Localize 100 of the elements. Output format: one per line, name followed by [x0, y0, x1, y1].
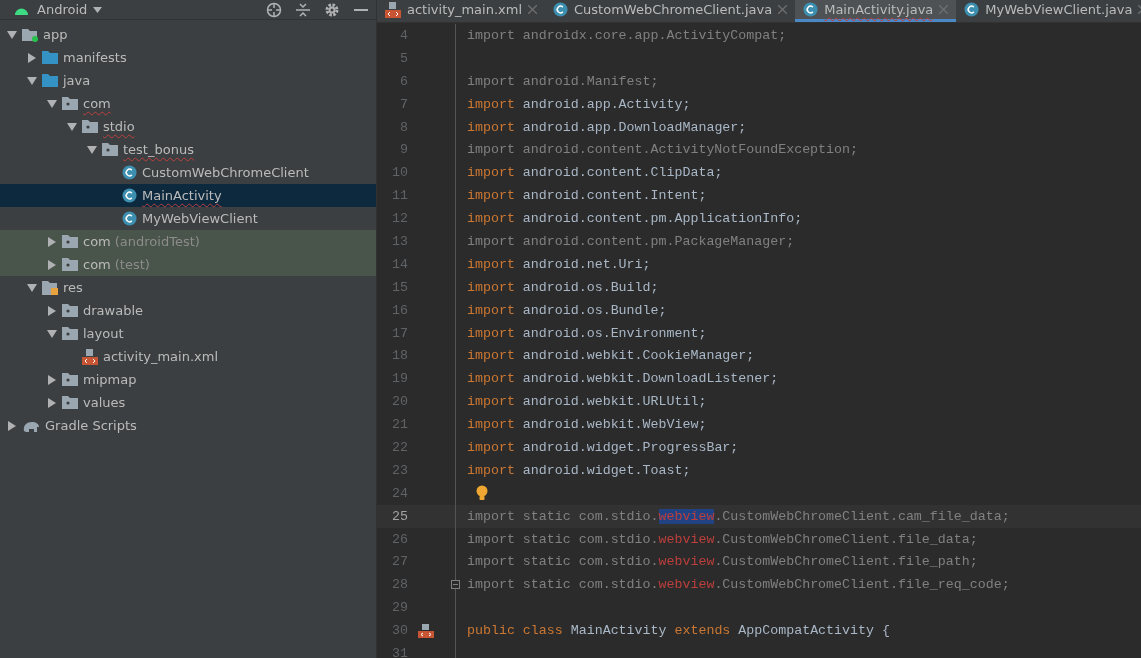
tree-item[interactable]: com [0, 92, 376, 115]
tree-item[interactable]: drawable [0, 299, 376, 322]
class-icon [964, 2, 980, 17]
line-number: 10 [391, 165, 408, 181]
line-number: 12 [391, 211, 408, 227]
tree-item[interactable]: MyWebViewClient [0, 207, 376, 230]
resource-folder-icon [42, 280, 58, 295]
line-number: 4 [399, 27, 408, 43]
module-folder-icon [22, 27, 38, 42]
line-number: 23 [391, 462, 408, 478]
layout-file-icon [82, 348, 98, 365]
line-number: 7 [399, 96, 408, 112]
tree-item[interactable]: java [0, 69, 376, 92]
line-number: 9 [399, 142, 408, 158]
folder-icon [42, 74, 58, 87]
package-folder-icon [62, 304, 78, 317]
tree-item[interactable]: stdio [0, 115, 376, 138]
line-number: 25 [391, 508, 408, 524]
collapsed-arrow-icon[interactable] [47, 305, 57, 316]
package-folder-icon [62, 258, 78, 271]
tree-item[interactable]: layout [0, 322, 376, 345]
code-line: import static com.stdio.webview.CustomWebChromeClient.file_data; [467, 531, 978, 547]
line-number: 11 [391, 188, 408, 204]
tree-item[interactable]: app [0, 23, 376, 46]
package-folder-icon [62, 235, 78, 248]
tree-item-label: res [63, 280, 83, 295]
view-selector[interactable]: Android [37, 2, 103, 17]
code-line: import android.os.Environment; [467, 325, 707, 341]
tree-item-label: activity_main.xml [103, 349, 218, 364]
code-line: import android.content.ClipData; [467, 165, 723, 181]
code-line: import android.webkit.CookieManager; [467, 348, 755, 364]
tree-item[interactable]: CustomWebChromeClient [0, 161, 376, 184]
tree-item-label: values [83, 395, 126, 410]
tree-item[interactable]: Gradle Scripts [0, 414, 376, 437]
line-number: 15 [391, 279, 408, 295]
code-line: import android.content.pm.ApplicationInfo; [467, 211, 803, 227]
settings-icon[interactable] [324, 1, 340, 18]
package-folder-icon [62, 97, 78, 110]
class-icon [122, 211, 137, 226]
collapsed-arrow-icon[interactable] [7, 420, 17, 431]
code-line: import android.content.ActivityNotFoundException; [467, 142, 858, 158]
line-number: 13 [391, 233, 408, 249]
expanded-arrow-icon[interactable] [7, 29, 17, 40]
code-line: import android.content.Intent; [467, 188, 707, 204]
collapsed-arrow-icon[interactable] [47, 236, 57, 247]
expanded-arrow-icon[interactable] [67, 121, 77, 132]
editor-tab[interactable]: MyWebViewClient.java [956, 0, 1141, 22]
selected-tree-item[interactable]: MainActivity [0, 184, 376, 207]
tree-item[interactable]: com (androidTest) [0, 230, 376, 253]
tree-item-label: test_bonus [123, 142, 194, 157]
tree-item-scope: (test) [114, 257, 150, 272]
package-folder-icon [102, 143, 118, 156]
editor-tab[interactable]: activity_main.xml [377, 0, 545, 22]
code-line: import android.app.Activity; [467, 96, 691, 112]
tree-item[interactable]: values [0, 391, 376, 414]
line-number: 30 [391, 623, 408, 639]
line-number: 24 [391, 485, 408, 501]
tree-item[interactable]: activity_main.xml [0, 345, 376, 368]
collapsed-arrow-icon[interactable] [47, 397, 57, 408]
tree-item[interactable]: mipmap [0, 368, 376, 391]
line-number: 26 [391, 531, 408, 547]
code-line: import static com.stdio.webview.CustomWebChromeClient.cam_file_data; [467, 508, 1010, 524]
line-number: 14 [391, 256, 408, 272]
collapsed-arrow-icon[interactable] [47, 374, 57, 385]
package-folder-icon [62, 373, 78, 386]
code-line: import android.widget.Toast; [467, 462, 691, 478]
class-icon [122, 165, 137, 180]
fold-icon[interactable] [451, 580, 460, 590]
code-line: import android.webkit.DownloadListener; [467, 371, 779, 387]
tab-label: MainActivity.java [824, 2, 934, 17]
layout-file-icon[interactable] [418, 623, 434, 638]
expanded-arrow-icon[interactable] [47, 328, 57, 339]
tree-item-label: MainActivity [142, 188, 222, 203]
tree-item[interactable]: test_bonus [0, 138, 376, 161]
line-number: 21 [391, 417, 408, 433]
line-number: 20 [391, 394, 408, 410]
collapse-all-icon[interactable] [296, 1, 310, 18]
caret-icon [93, 6, 103, 13]
collapsed-arrow-icon[interactable] [27, 52, 37, 63]
expanded-arrow-icon[interactable] [87, 144, 97, 155]
tree-item[interactable]: manifests [0, 46, 376, 69]
code-line: import android.widget.ProgressBar; [467, 439, 739, 455]
tab-label: activity_main.xml [407, 2, 522, 17]
code-line: import android.os.Build; [467, 279, 659, 295]
expanded-arrow-icon[interactable] [47, 98, 57, 109]
tab-label: CustomWebChromeClient.java [574, 2, 773, 17]
tree-item-label: MyWebViewClient [142, 211, 258, 226]
tree-item-label: mipmap [83, 372, 137, 387]
editor-tab[interactable]: CustomWebChromeClient.java [545, 0, 796, 22]
tree-item[interactable]: com (test) [0, 253, 376, 276]
line-number: 27 [391, 554, 408, 570]
tree-item[interactable]: res [0, 276, 376, 299]
package-folder-icon [62, 396, 78, 409]
collapsed-arrow-icon[interactable] [47, 259, 57, 270]
tab-label: MyWebViewClient.java [985, 2, 1133, 17]
editor-tab[interactable]: MainActivity.java [795, 0, 957, 22]
expanded-arrow-icon[interactable] [27, 75, 37, 86]
lightbulb-icon[interactable] [476, 485, 488, 502]
locate-icon[interactable] [266, 1, 282, 18]
expanded-arrow-icon[interactable] [27, 282, 37, 293]
